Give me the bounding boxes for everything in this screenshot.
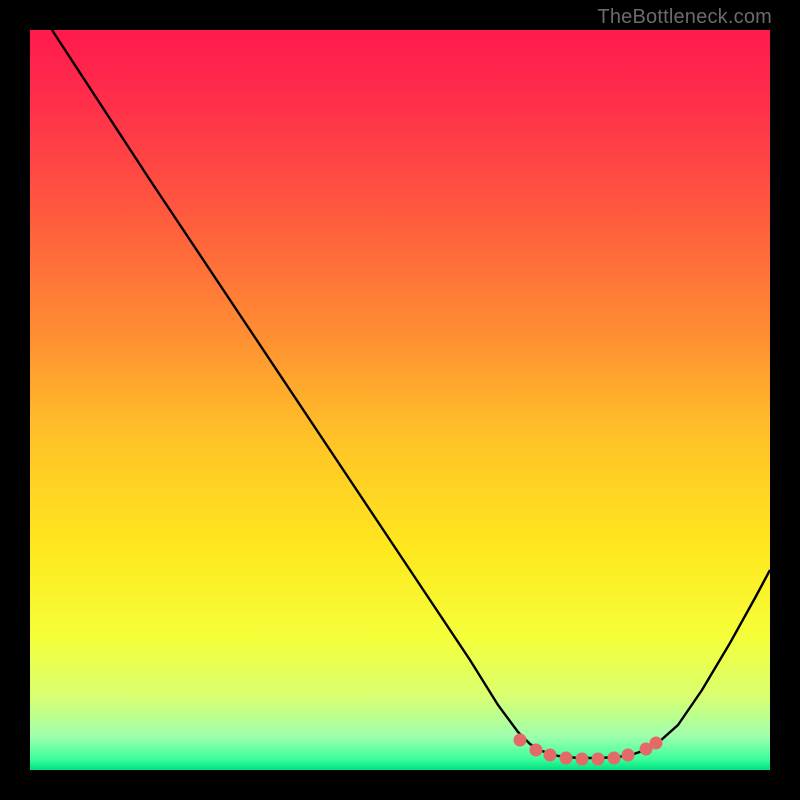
- marker-dot: [514, 734, 527, 747]
- marker-dot: [608, 752, 621, 765]
- marker-dot: [576, 753, 589, 766]
- marker-dot: [592, 753, 605, 766]
- marker-dot: [622, 749, 635, 762]
- attribution-text: TheBottleneck.com: [597, 6, 772, 29]
- marker-dot: [560, 752, 573, 765]
- marker-dot: [530, 744, 543, 757]
- plot-area: [30, 30, 770, 770]
- gradient-background: [30, 30, 770, 770]
- marker-dot: [650, 737, 663, 750]
- chart-frame: TheBottleneck.com: [0, 0, 800, 800]
- marker-dot: [544, 749, 557, 762]
- chart-svg: [30, 30, 770, 770]
